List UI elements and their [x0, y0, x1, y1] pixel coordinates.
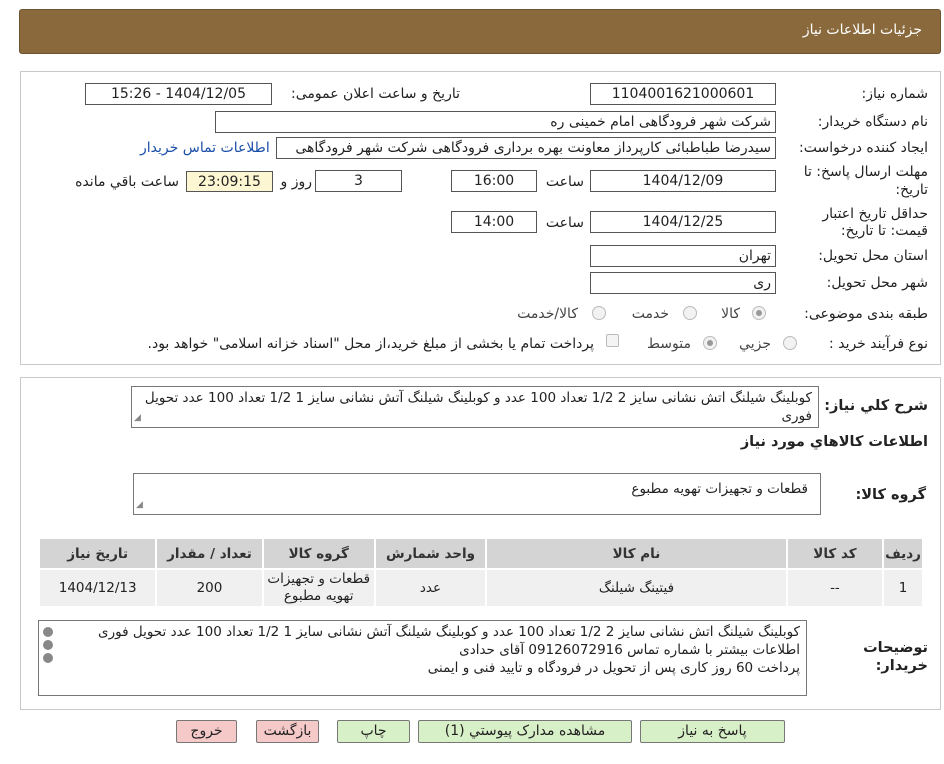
resize-grip-icon[interactable]: ◢ [136, 496, 143, 514]
city-label: شهر محل تحویل: [826, 275, 928, 291]
table-row: 1 -- فیتینگ شیلنگ عدد قطعات و تجهیزات ته… [37, 568, 924, 608]
days-remaining-field: 3 [315, 170, 402, 192]
category-radio-goods-service[interactable] [592, 306, 606, 320]
cell-name: فیتینگ شیلنگ [485, 568, 788, 608]
col-code: کد کالا [785, 537, 885, 570]
page-title: جزئیات اطلاعات نیاز [802, 22, 922, 38]
cell-code: -- [785, 568, 885, 608]
buyer-notes-line: اطلاعات بیشتر با شماره تماس 09126072916 … [459, 642, 800, 658]
buyer-notes-label: توضیحات [863, 640, 928, 656]
city-field: ری [590, 272, 776, 294]
goods-group-label: گروه کالا: [855, 487, 926, 503]
process-radio-medium[interactable] [703, 336, 717, 350]
process-option-minor: جزیي [739, 336, 771, 352]
reply-date-field: 1404/12/09 [590, 170, 776, 192]
reply-deadline-label-2: تاریخ: [895, 182, 928, 198]
cell-row: 1 [882, 568, 924, 608]
buyer-notes-field: کوبلینگ شیلنگ اتش نشانی سایز 2 1/2 تعداد… [38, 620, 807, 696]
validity-time-label: ساعت [545, 215, 584, 231]
goods-group-value: قطعات و تجهیزات تهویه مطبوع [631, 481, 808, 497]
cell-qty: 200 [155, 568, 264, 608]
buyer-notes-label-2: خریدار: [875, 658, 928, 674]
category-label: طبقه بندی موضوعی: [804, 306, 928, 322]
payment-note: پرداخت تمام یا بخشی از مبلغ خرید،از محل … [147, 336, 594, 352]
need-number-label: شماره نیاز: [861, 86, 929, 102]
province-label: استان محل تحویل: [818, 248, 928, 264]
buyer-field: شرکت شهر فرودگاهی امام خمینی ره [215, 111, 776, 133]
category-radio-goods[interactable] [752, 306, 766, 320]
buyer-contact-link[interactable]: اطلاعات تماس خریدار [140, 140, 270, 156]
announce-label: تاریخ و ساعت اعلان عمومی: [291, 86, 460, 102]
cell-date: 1404/12/13 [37, 568, 158, 608]
attachments-button[interactable]: مشاهده مدارک پیوستي (1) [418, 720, 632, 743]
goods-section-title: اطلاعات کالاهاي مورد نیاز [740, 434, 928, 450]
reply-deadline-label: مهلت ارسال پاسخ: تا [803, 164, 928, 180]
reply-time-label: ساعت [545, 174, 584, 190]
col-unit: واحد شمارش [373, 537, 488, 570]
requester-label: ایجاد کننده درخواست: [799, 140, 928, 156]
day-and-label: روز و [280, 174, 313, 190]
col-date: تاریخ نیاز [37, 537, 158, 570]
reply-time-field: 16:00 [451, 170, 537, 192]
page-header: جزئیات اطلاعات نیاز [19, 9, 941, 54]
resize-grip-icon[interactable]: ◢ [134, 409, 141, 427]
need-number-field: 1104001621000601 [590, 83, 776, 105]
col-name: نام کالا [485, 537, 788, 570]
back-button[interactable]: بازگشت [256, 720, 319, 743]
remaining-time-field: 23:09:15 [186, 171, 273, 192]
cell-unit: عدد [373, 568, 488, 608]
validity-label: حداقل تاریخ اعتبار [822, 206, 928, 222]
buyer-label: نام دستگاه خریدار: [817, 114, 928, 130]
summary-text-content: کوبلینگ شیلنگ اتش نشانی سایز 2 1/2 تعداد… [144, 390, 812, 424]
notes-scrollbar[interactable] [41, 624, 55, 694]
validity-time-field: 14:00 [451, 211, 537, 233]
category-option-goods: کالا [721, 306, 740, 322]
summary-text: کوبلینگ شیلنگ اتش نشانی سایز 2 1/2 تعداد… [131, 386, 819, 428]
category-option-service: خدمت [631, 306, 669, 322]
col-qty: تعداد / مقدار [155, 537, 264, 570]
buyer-notes-line: پرداخت 60 روز کاری پس از تحویل در فرودگا… [427, 660, 800, 676]
announce-field: 1404/12/05 - 15:26 [85, 83, 272, 105]
process-label: نوع فرآیند خرید : [829, 336, 928, 352]
summary-label: شرح کلي نیاز: [824, 398, 928, 414]
validity-label-2: قیمت: تا تاریخ: [840, 223, 928, 239]
requester-field: سیدرضا طباطبائی کارپرداز معاونت بهره برد… [276, 137, 776, 159]
province-field: تهران [590, 245, 776, 267]
process-radio-minor[interactable] [783, 336, 797, 350]
treasury-payment-checkbox[interactable] [606, 334, 619, 347]
cell-group: قطعات و تجهیزات تهویه مطبوع [261, 568, 376, 608]
exit-button[interactable]: خروج [176, 720, 237, 743]
table-header-row: ردیف کد کالا نام کالا واحد شمارش گروه کا… [37, 537, 924, 570]
remaining-time-label: ساعت باقي مانده [75, 174, 179, 190]
buyer-notes-line: کوبلینگ شیلنگ اتش نشانی سایز 2 1/2 تعداد… [98, 624, 800, 640]
validity-date-field: 1404/12/25 [590, 211, 776, 233]
col-group: گروه کالا [261, 537, 376, 570]
col-row: ردیف [882, 537, 924, 570]
category-radio-service[interactable] [683, 306, 697, 320]
reply-button[interactable]: پاسخ به نیاز [640, 720, 785, 743]
goods-table: ردیف کد کالا نام کالا واحد شمارش گروه کا… [37, 537, 924, 608]
print-button[interactable]: چاپ [337, 720, 410, 743]
goods-group-field: قطعات و تجهیزات تهویه مطبوع ◢ [133, 473, 821, 515]
process-option-medium: متوسط [647, 336, 691, 352]
category-option-goods-service: کالا/خدمت [517, 306, 578, 322]
